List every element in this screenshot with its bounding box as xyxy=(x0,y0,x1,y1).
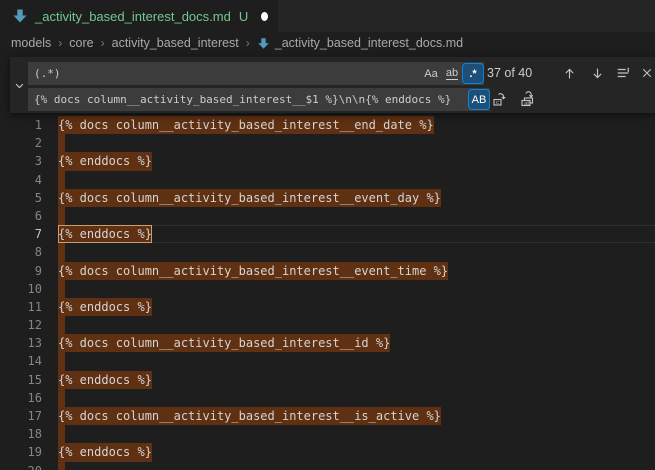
whole-word-label: ab xyxy=(446,67,458,80)
tab-bar: _activity_based_interest_docs.md U xyxy=(0,0,655,32)
current-find-match: {% enddocs %} xyxy=(58,225,152,243)
code-line-11[interactable]: 11 {% enddocs %} xyxy=(0,298,655,316)
line-number: 1 xyxy=(0,116,42,134)
breadcrumb-item-core[interactable]: core xyxy=(69,36,93,50)
empty-line-match-highlight xyxy=(58,425,65,443)
empty-line-match-highlight xyxy=(58,462,65,470)
empty-line-match-highlight xyxy=(58,389,65,407)
code-line-3[interactable]: 3 {% enddocs %} xyxy=(0,152,655,170)
empty-line-match-highlight xyxy=(58,207,65,225)
code-line-15[interactable]: 15 {% enddocs %} xyxy=(0,371,655,389)
line-number: 2 xyxy=(0,134,42,152)
find-match-text: {% docs column__activity_based_interest_… xyxy=(58,334,390,352)
code-area[interactable]: 1 {% docs column__activity_based_interest… xyxy=(0,116,655,470)
whole-word-button[interactable]: ab xyxy=(442,64,462,83)
tab-filename: _activity_based_interest_docs.md xyxy=(35,9,231,24)
git-status-badge: U xyxy=(239,9,248,24)
markdown-file-icon xyxy=(257,37,270,50)
find-in-selection-button[interactable] xyxy=(611,61,635,85)
breadcrumb-separator-icon: › xyxy=(58,36,62,50)
code-line-19[interactable]: 19 {% enddocs %} xyxy=(0,443,655,461)
line-number: 3 xyxy=(0,152,42,170)
find-replace-widget: Aa ab .* 37 of 40 AB c xyxy=(10,57,655,113)
line-number: 12 xyxy=(0,316,42,334)
code-line-13[interactable]: 13 {% docs column__activity_based_interes… xyxy=(0,334,655,352)
breadcrumb-item-models[interactable]: models xyxy=(11,36,51,50)
empty-line-match-highlight xyxy=(58,316,65,334)
line-number: 5 xyxy=(0,189,42,207)
line-number: 11 xyxy=(0,298,42,316)
empty-line-match-highlight xyxy=(58,171,65,189)
previous-match-button[interactable] xyxy=(557,61,581,85)
vscode-window: _activity_based_interest_docs.md U model… xyxy=(0,0,655,470)
empty-line-match-highlight xyxy=(58,243,65,261)
code-line-9[interactable]: 9 {% docs column__activity_based_interest… xyxy=(0,262,655,280)
code-line-18[interactable]: 18 xyxy=(0,425,655,443)
find-match-text: {% enddocs %} xyxy=(58,371,152,389)
preserve-case-button[interactable]: AB xyxy=(469,90,489,109)
empty-line-match-highlight xyxy=(58,134,65,152)
find-input-box: Aa ab .* xyxy=(28,62,484,85)
line-number: 19 xyxy=(0,443,42,461)
code-line-4[interactable]: 4 xyxy=(0,171,655,189)
code-line-2[interactable]: 2 xyxy=(0,134,655,152)
find-match-text: {% docs column__activity_based_interest_… xyxy=(58,116,434,134)
line-number: 14 xyxy=(0,352,42,370)
line-number: 4 xyxy=(0,171,42,189)
line-number: 8 xyxy=(0,243,42,261)
line-number: 18 xyxy=(0,425,42,443)
line-number: 6 xyxy=(0,207,42,225)
line-number: 10 xyxy=(0,280,42,298)
code-line-1[interactable]: 1 {% docs column__activity_based_interest… xyxy=(0,116,655,134)
breadcrumb-separator-icon: › xyxy=(246,36,250,50)
editor-pane[interactable]: 1 {% docs column__activity_based_interest… xyxy=(0,54,655,470)
replace-button[interactable]: c xyxy=(488,87,512,111)
find-match-text: {% docs column__activity_based_interest_… xyxy=(58,189,441,207)
line-number: 9 xyxy=(0,262,42,280)
empty-line-match-highlight xyxy=(58,352,65,370)
replace-all-button[interactable]: ab xyxy=(516,87,540,111)
line-number: 13 xyxy=(0,334,42,352)
match-count: 37 of 40 xyxy=(487,62,532,85)
line-number: 17 xyxy=(0,407,42,425)
breadcrumb-item-activity-based-interest[interactable]: activity_based_interest xyxy=(112,36,239,50)
toggle-replace-chevron-icon[interactable] xyxy=(10,57,28,113)
replace-input-box: AB xyxy=(28,88,490,111)
breadcrumb: models › core › activity_based_interest … xyxy=(0,32,655,54)
breadcrumb-item-file[interactable]: _activity_based_interest_docs.md xyxy=(257,36,463,50)
breadcrumb-separator-icon: › xyxy=(101,36,105,50)
code-line-10[interactable]: 10 xyxy=(0,280,655,298)
match-case-button[interactable]: Aa xyxy=(421,64,441,83)
tab-active-file[interactable]: _activity_based_interest_docs.md U xyxy=(0,0,278,32)
code-line-8[interactable]: 8 xyxy=(0,243,655,261)
find-match-text: {% enddocs %} xyxy=(58,298,152,316)
find-match-text: {% docs column__activity_based_interest_… xyxy=(58,407,441,425)
code-line-14[interactable]: 14 xyxy=(0,352,655,370)
code-line-17[interactable]: 17 {% docs column__activity_based_interes… xyxy=(0,407,655,425)
next-match-button[interactable] xyxy=(585,61,609,85)
breadcrumb-file-label: _activity_based_interest_docs.md xyxy=(275,36,463,50)
replace-input[interactable] xyxy=(28,93,469,106)
unsaved-dot-icon[interactable] xyxy=(261,12,268,21)
code-line-20[interactable]: 20 xyxy=(0,462,655,470)
find-input[interactable] xyxy=(28,67,421,80)
svg-text:ab: ab xyxy=(524,100,531,107)
svg-text:c: c xyxy=(496,99,499,106)
find-match-text: {% enddocs %} xyxy=(58,443,152,461)
line-number: 7 xyxy=(0,225,42,243)
code-line-5[interactable]: 5 {% docs column__activity_based_interest… xyxy=(0,189,655,207)
code-line-6[interactable]: 6 xyxy=(0,207,655,225)
find-match-text: {% enddocs %} xyxy=(58,152,152,170)
find-match-text: {% docs column__activity_based_interest_… xyxy=(58,262,448,280)
regex-button[interactable]: .* xyxy=(463,64,483,83)
line-number: 15 xyxy=(0,371,42,389)
line-number: 16 xyxy=(0,389,42,407)
line-number: 20 xyxy=(0,462,42,470)
close-widget-button[interactable] xyxy=(635,61,655,85)
code-line-7[interactable]: 7 {% enddocs %} xyxy=(0,225,655,243)
code-line-16[interactable]: 16 xyxy=(0,389,655,407)
markdown-file-icon xyxy=(12,8,28,24)
empty-line-match-highlight xyxy=(58,280,65,298)
code-line-12[interactable]: 12 xyxy=(0,316,655,334)
